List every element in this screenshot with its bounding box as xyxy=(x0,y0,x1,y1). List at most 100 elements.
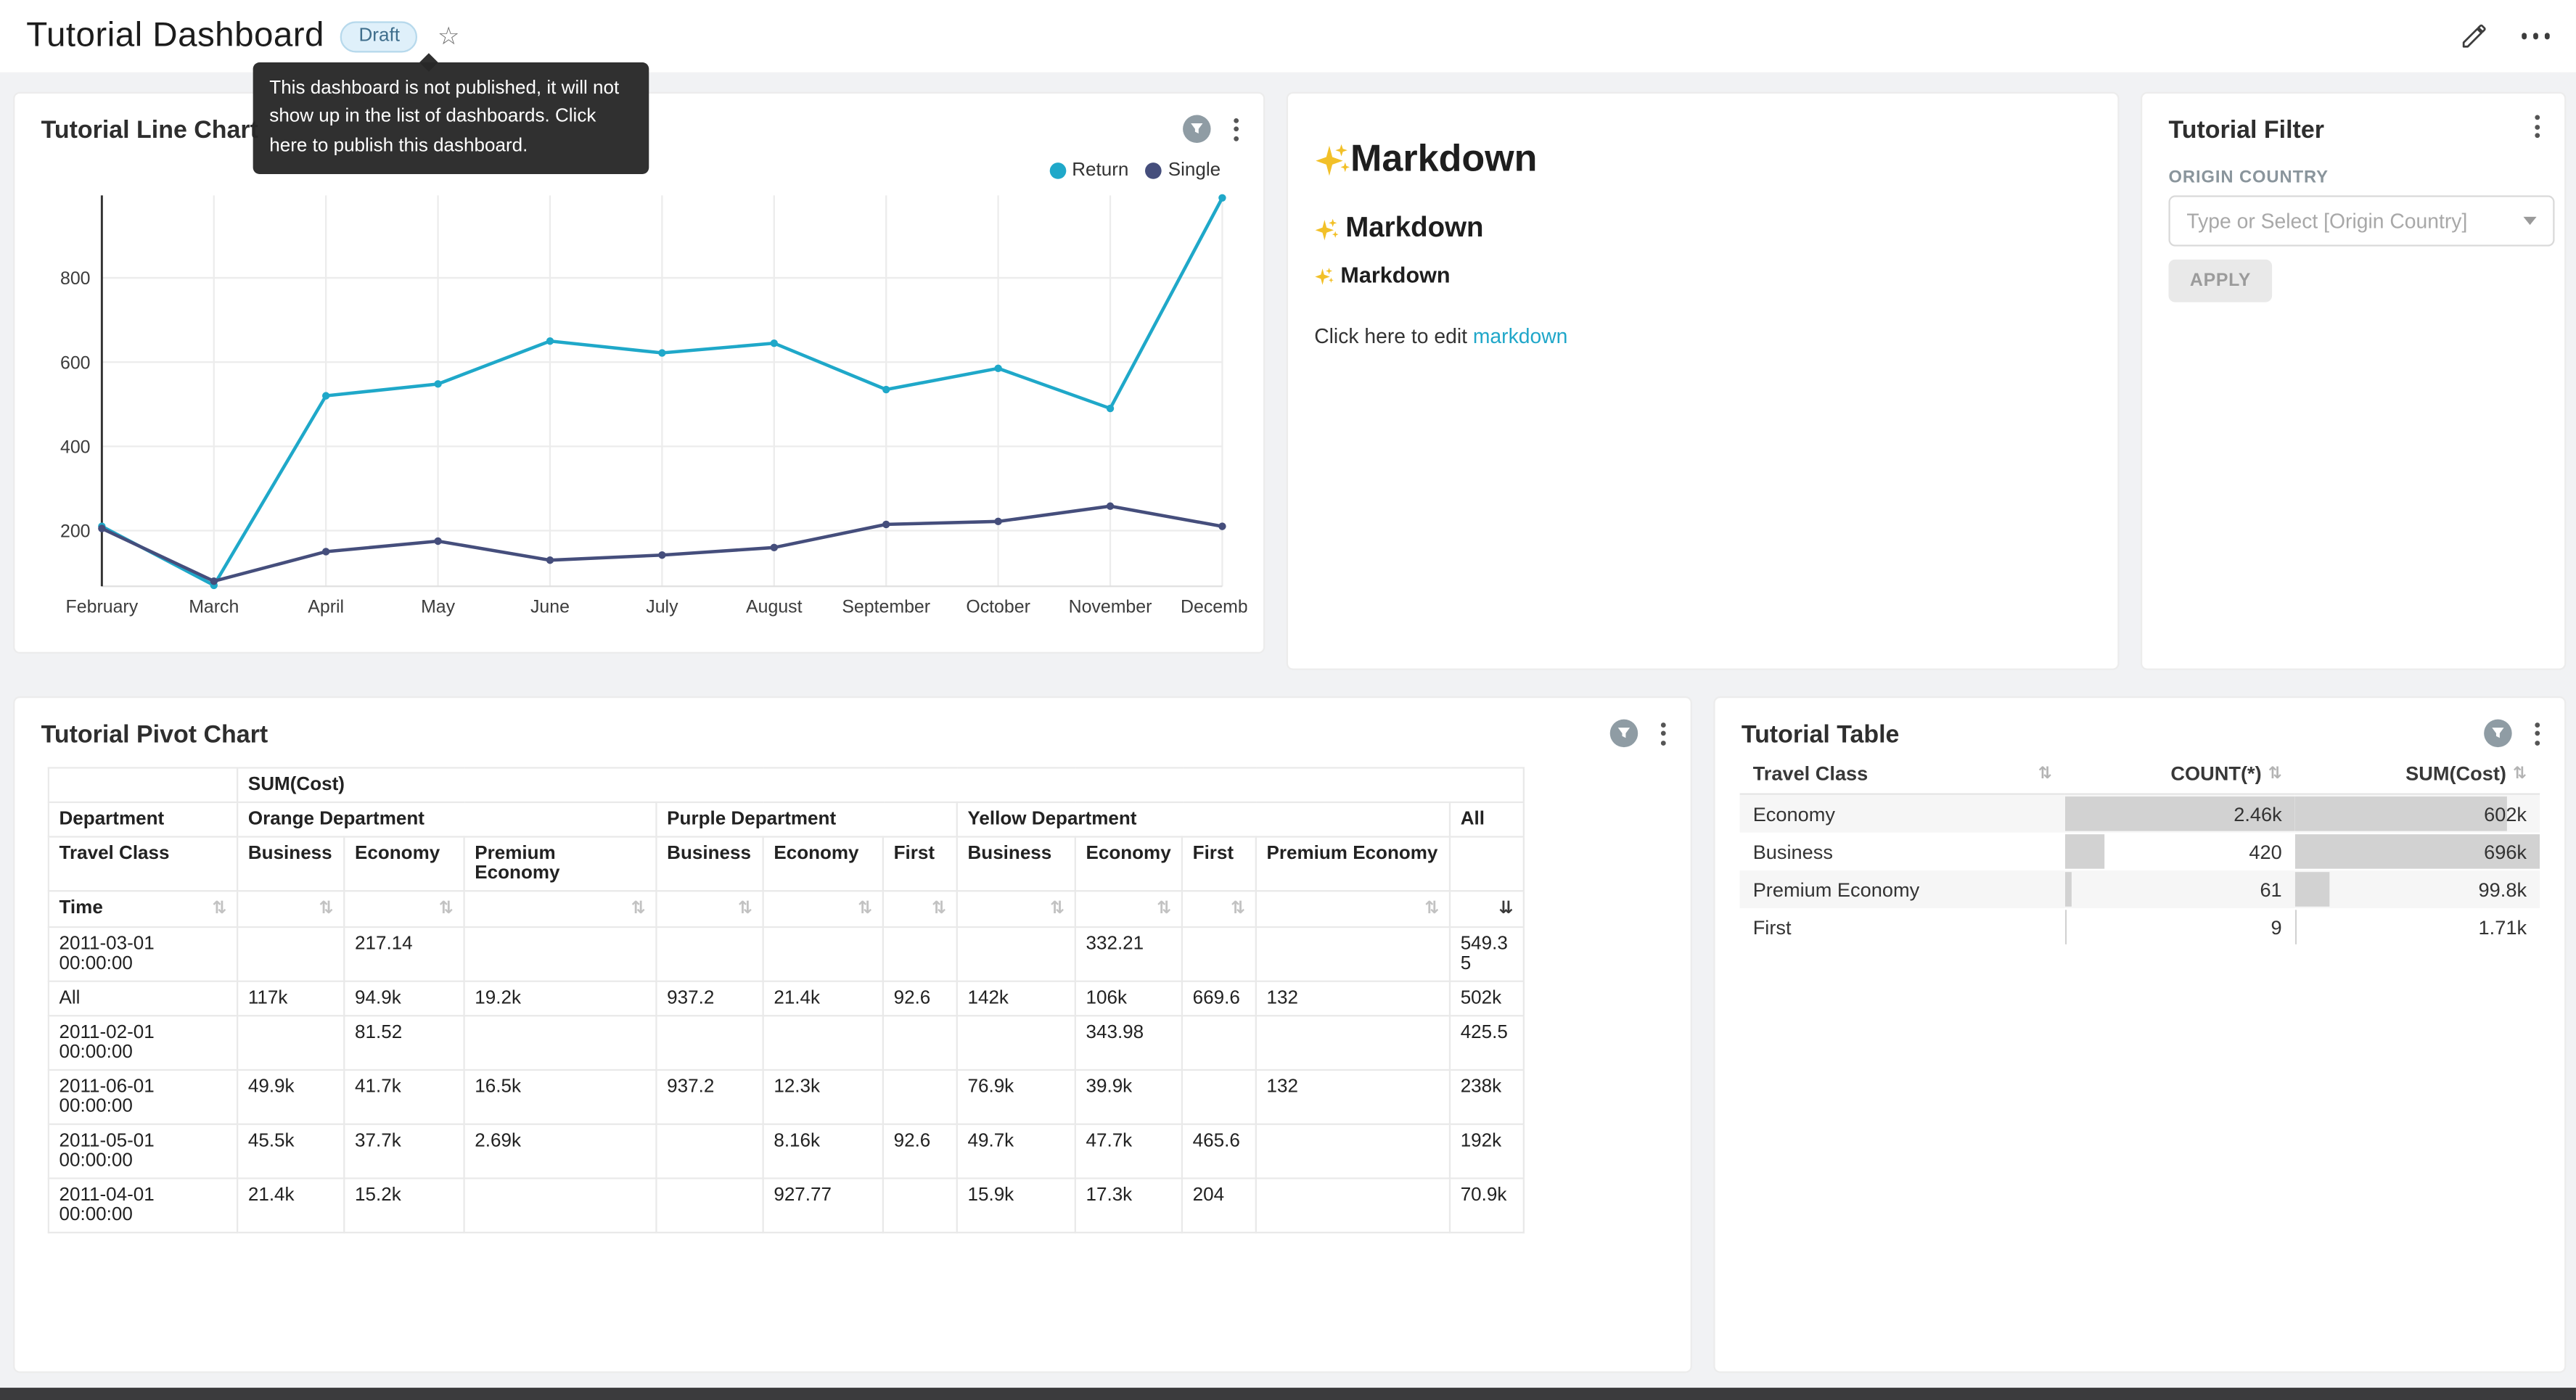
pivot-cell: 19.2k xyxy=(464,981,657,1016)
sort-icon[interactable]: ⇅ xyxy=(1157,898,1171,919)
pivot-card-title: Tutorial Pivot Chart xyxy=(41,721,268,749)
cell-count: 420 xyxy=(2065,833,2295,870)
col-header-count[interactable]: COUNT(*)⇅ xyxy=(2065,754,2295,794)
favorite-star-icon[interactable]: ☆ xyxy=(438,21,459,51)
cell-count: 9 xyxy=(2065,908,2295,946)
apply-button[interactable]: APPLY xyxy=(2168,260,2272,302)
pivot-cell: 343.98 xyxy=(1075,1016,1182,1070)
pivot-cell: 238k xyxy=(1450,1070,1524,1124)
pivot-cell: 927.77 xyxy=(763,1178,883,1232)
edit-dashboard-icon[interactable] xyxy=(2458,21,2488,51)
pivot-cell: 669.6 xyxy=(1182,981,1256,1016)
markdown-h3: Markdown xyxy=(1314,263,1450,287)
svg-text:October: October xyxy=(966,596,1030,617)
origin-country-label: ORIGIN COUNTRY xyxy=(2168,168,2328,187)
more-actions-icon[interactable] xyxy=(2521,27,2550,46)
pivot-row-label: 2011-05-01 00:00:00 xyxy=(49,1124,237,1179)
svg-text:June: June xyxy=(530,596,570,617)
publish-tooltip[interactable]: This dashboard is not published, it will… xyxy=(253,62,649,173)
table-row: Business420696k xyxy=(1740,833,2540,870)
filter-menu-icon[interactable] xyxy=(2530,115,2545,138)
col-header-travel-class[interactable]: Travel Class⇅ xyxy=(1740,754,2065,794)
pivot-measure-header: SUM(Cost) xyxy=(237,767,1524,802)
sort-icon[interactable]: ⇅ xyxy=(932,898,946,919)
sparkles-icon xyxy=(1314,265,1334,285)
pivot-sort-cell: ⇅ xyxy=(957,891,1075,927)
pivot-cell xyxy=(656,1124,763,1179)
sort-icon[interactable]: ⇅ xyxy=(439,898,454,919)
chart-menu-icon[interactable] xyxy=(1228,118,1243,141)
sparkles-icon xyxy=(1314,216,1339,241)
pivot-col-header: Business xyxy=(656,837,763,892)
legend-item-single[interactable]: Single xyxy=(1145,161,1221,181)
pivot-card-actions xyxy=(1610,720,1671,747)
draft-badge[interactable]: Draft xyxy=(341,20,418,52)
table-card: Tutorial Table Travel Class⇅COUNT(*)⇅SUM… xyxy=(1713,696,2566,1373)
svg-text:August: August xyxy=(746,596,803,617)
svg-text:400: 400 xyxy=(60,437,91,457)
col-header-sum[interactable]: SUM(Cost)⇅ xyxy=(2295,754,2540,794)
pivot-cell xyxy=(1256,1016,1450,1070)
svg-text:May: May xyxy=(421,596,456,617)
pivot-cell xyxy=(763,1016,883,1070)
cell-count: 61 xyxy=(2065,870,2295,908)
sort-icon[interactable]: ⇅ xyxy=(1231,898,1245,919)
pivot-cell xyxy=(957,1016,1075,1070)
value-bar xyxy=(2065,834,2104,869)
legend-dot-icon xyxy=(1049,162,1066,179)
pivot-row: 2011-05-01 00:00:0045.5k37.7k2.69k8.16k9… xyxy=(49,1124,1524,1179)
filter-indicator-icon[interactable] xyxy=(1183,115,1210,142)
pivot-cell: 37.7k xyxy=(344,1124,464,1179)
sort-icon[interactable]: ⇊ xyxy=(1498,898,1513,919)
table-card-title: Tutorial Table xyxy=(1742,721,1900,749)
pivot-cell xyxy=(1182,1070,1256,1124)
pivot-cell: 81.52 xyxy=(344,1016,464,1070)
pivot-col-header: Economy xyxy=(763,837,883,892)
pivot-sort-cell: ⇅ xyxy=(883,891,957,927)
sort-icon[interactable]: ⇅ xyxy=(738,898,752,919)
pivot-cell: 94.9k xyxy=(344,981,464,1016)
pivot-cell xyxy=(237,1016,344,1070)
legend-item-return[interactable]: Return xyxy=(1049,161,1129,181)
pivot-cell: 502k xyxy=(1450,981,1524,1016)
pivot-col-header xyxy=(1450,837,1524,892)
pivot-group-header: Purple Department xyxy=(656,802,956,837)
markdown-card: Markdown Markdown Markdown Click here to… xyxy=(1287,92,2120,670)
pivot-sort-cell: ⇅ xyxy=(1256,891,1450,927)
sort-icon[interactable]: ⇅ xyxy=(1424,898,1439,919)
pivot-cell xyxy=(1256,1178,1450,1232)
svg-text:200: 200 xyxy=(60,522,91,542)
pivot-sort-cell: ⇅ xyxy=(656,891,763,927)
sort-icon[interactable]: ⇅ xyxy=(212,898,226,919)
filter-indicator-icon[interactable] xyxy=(2484,720,2511,747)
sort-icon[interactable]: ⇅ xyxy=(858,898,872,919)
svg-text:March: March xyxy=(189,596,239,617)
origin-country-select[interactable]: Type or Select [Origin Country] xyxy=(2168,195,2554,246)
pivot-cell: 132 xyxy=(1256,1070,1450,1124)
sort-icon[interactable]: ⇅ xyxy=(1050,898,1065,919)
pivot-col-header: Economy xyxy=(1075,837,1182,892)
filter-indicator-icon[interactable] xyxy=(1610,720,1638,747)
pivot-cell xyxy=(464,927,657,981)
markdown-edit-link[interactable]: markdown xyxy=(1473,325,1568,348)
pivot-cell: 45.5k xyxy=(237,1124,344,1179)
table-menu-icon[interactable] xyxy=(2530,722,2545,745)
filter-card-actions xyxy=(2530,115,2545,138)
cell-count: 2.46k xyxy=(2065,794,2295,833)
table-row: Economy2.46k602k xyxy=(1740,794,2540,833)
pivot-cell: 142k xyxy=(957,981,1075,1016)
filter-card: Tutorial Filter ORIGIN COUNTRY Type or S… xyxy=(2141,92,2566,670)
cell-travel-class: First xyxy=(1740,908,2065,946)
pivot-cell xyxy=(957,927,1075,981)
pivot-cell: 92.6 xyxy=(883,1124,957,1179)
sort-icon[interactable]: ⇅ xyxy=(319,898,334,919)
pivot-group-header: Yellow Department xyxy=(957,802,1450,837)
pivot-menu-icon[interactable] xyxy=(1656,722,1670,745)
pivot-col-header: Premium Economy xyxy=(1256,837,1450,892)
pivot-cell: 425.5 xyxy=(1450,1016,1524,1070)
svg-text:December: December xyxy=(1181,596,1247,617)
pivot-cell xyxy=(883,1178,957,1232)
pivot-cell: 937.2 xyxy=(656,981,763,1016)
sort-icon[interactable]: ⇅ xyxy=(631,898,646,919)
pivot-row: 2011-04-01 00:00:0021.4k15.2k927.7715.9k… xyxy=(49,1178,1524,1232)
